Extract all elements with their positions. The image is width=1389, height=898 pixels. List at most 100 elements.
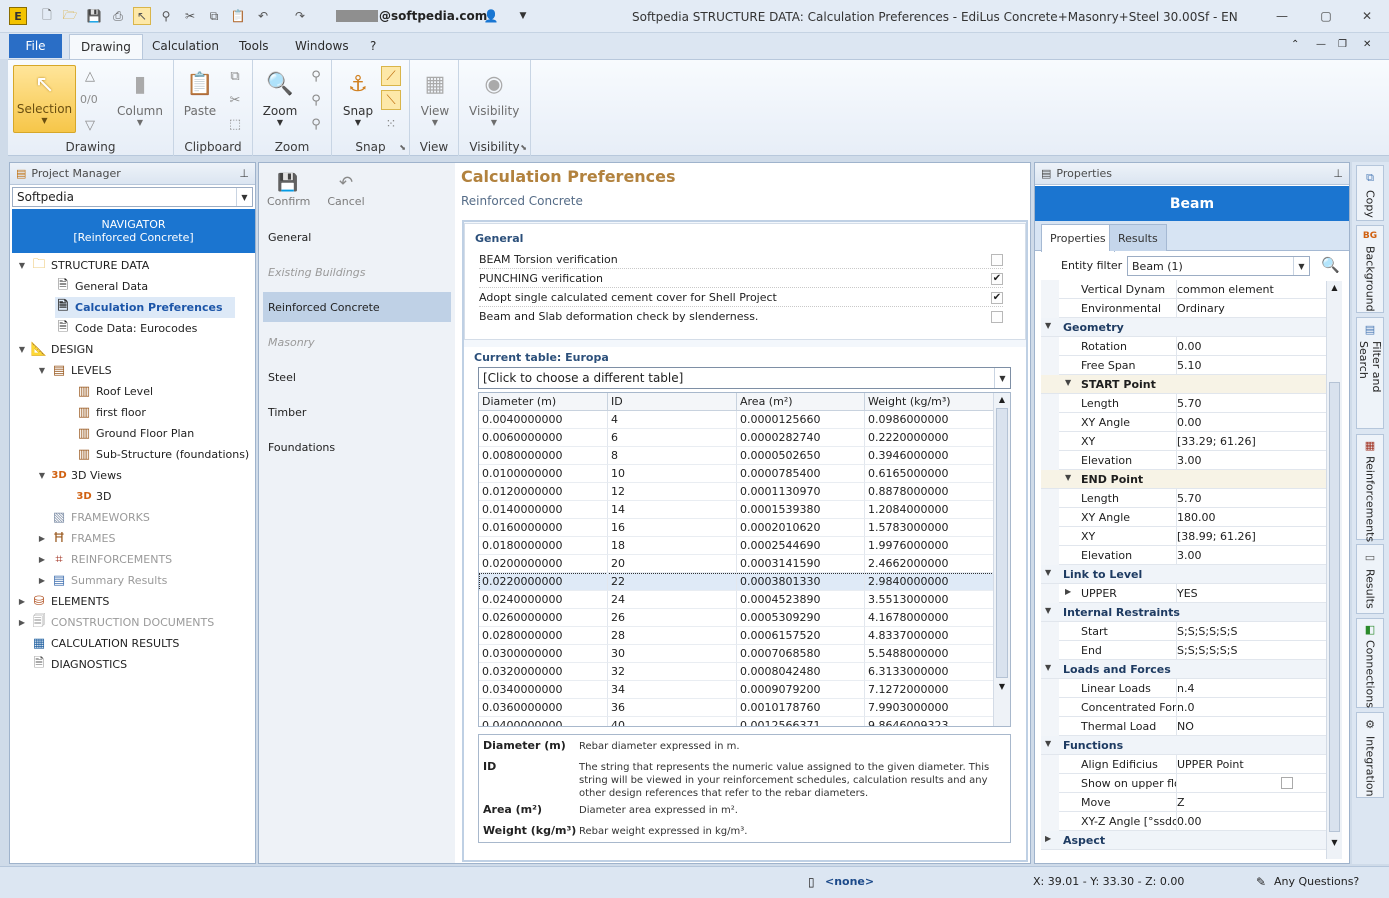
- table-cell[interactable]: 7.9903000000: [865, 699, 994, 717]
- property-value[interactable]: S;S;S;S;S;S: [1176, 641, 1327, 660]
- table-cell[interactable]: 18: [608, 537, 737, 555]
- snap-grid-icon[interactable]: ⁙: [381, 114, 401, 134]
- table-cell[interactable]: 0.0009079200: [737, 681, 865, 699]
- property-value[interactable]: Ordinary: [1176, 299, 1327, 318]
- property-row[interactable]: Elevation 3.00: [1041, 451, 1331, 470]
- snap-button[interactable]: ⚓ Snap ▼: [338, 68, 378, 128]
- table-cell[interactable]: 10: [608, 465, 737, 483]
- sidetab-reinforcements[interactable]: ▦ Reinforcements: [1356, 434, 1384, 542]
- table-cell[interactable]: 0.0000502650: [737, 447, 865, 465]
- nav-timber[interactable]: Timber: [263, 397, 451, 427]
- tree-item-structure-data[interactable]: ▼ 🗀 STRUCTURE DATA: [16, 255, 149, 276]
- table-cell[interactable]: 0.6165000000: [865, 465, 994, 483]
- property-category[interactable]: Functions ▼: [1041, 736, 1331, 755]
- snap-dialog-launcher-icon[interactable]: ⬊: [399, 143, 406, 152]
- nav-existing-buildings[interactable]: Existing Buildings: [263, 257, 451, 287]
- selection-button[interactable]: ↖ Selection ▼: [13, 65, 76, 133]
- table-cell[interactable]: 0.0260000000: [479, 609, 608, 627]
- table-cell[interactable]: 0.0003801330: [737, 573, 865, 591]
- property-value[interactable]: common element: [1176, 280, 1327, 299]
- paste-icon[interactable]: 📋: [229, 7, 247, 25]
- collapse-arrow-icon[interactable]: ▼: [36, 366, 48, 375]
- table-row[interactable]: 0.0220000000 22 0.0003801330 2.9840000000: [479, 573, 994, 591]
- tab-windows[interactable]: Windows: [295, 39, 349, 53]
- sidetab-filter-and-search[interactable]: ▤ Filter and Search: [1356, 317, 1384, 429]
- tree-item-frameworks[interactable]: ▧ FRAMEWORKS: [36, 507, 150, 528]
- property-row[interactable]: Environmental Ordinary: [1041, 299, 1331, 318]
- pin-icon[interactable]: ⊥: [1333, 167, 1343, 180]
- table-cell[interactable]: 16: [608, 519, 737, 537]
- property-row[interactable]: Show on upper floo: [1041, 774, 1331, 793]
- option-punching[interactable]: PUNCHING verification ✔: [479, 269, 1003, 288]
- table-cell[interactable]: 0.0200000000: [479, 555, 608, 573]
- doc-minimize-icon[interactable]: —: [1316, 39, 1326, 50]
- collapse-arrow-icon[interactable]: ▼: [1045, 663, 1051, 672]
- tree-item-diagnostics[interactable]: 🗎 DIAGNOSTICS: [16, 654, 127, 675]
- property-row[interactable]: Linear Loads n.4: [1041, 679, 1331, 698]
- scroll-down-icon[interactable]: ▼: [994, 682, 1010, 691]
- table-cell[interactable]: 36: [608, 699, 737, 717]
- table-cell[interactable]: 0.0300000000: [479, 645, 608, 663]
- table-row[interactable]: 0.0180000000 18 0.0002544690 1.9976000000: [479, 537, 994, 555]
- minimize-button[interactable]: —: [1269, 6, 1295, 26]
- confirm-button[interactable]: 💾 Confirm: [267, 173, 310, 208]
- project-selector[interactable]: Softpedia ▼: [12, 187, 253, 207]
- nav-general[interactable]: General: [263, 222, 451, 252]
- option-beam-torsion[interactable]: BEAM Torsion verification: [479, 250, 1003, 269]
- table-cell[interactable]: 5.5488000000: [865, 645, 994, 663]
- table-cell[interactable]: 0.0280000000: [479, 627, 608, 645]
- next-arrow-icon[interactable]: ▽: [80, 115, 100, 135]
- property-value[interactable]: YES: [1176, 584, 1327, 603]
- table-cell[interactable]: 14: [608, 501, 737, 519]
- property-row[interactable]: Rotation 0.00: [1041, 337, 1331, 356]
- tab-calculation[interactable]: Calculation: [152, 39, 219, 53]
- table-row[interactable]: 0.0100000000 10 0.0000785400 0.6165000000: [479, 465, 994, 483]
- table-row[interactable]: 0.0260000000 26 0.0005309290 4.1678000000: [479, 609, 994, 627]
- table-cell[interactable]: 0.0000785400: [737, 465, 865, 483]
- table-cell[interactable]: 0.0001130970: [737, 483, 865, 501]
- scroll-down-icon[interactable]: ▼: [1327, 838, 1342, 847]
- property-value[interactable]: 180.00: [1176, 508, 1327, 527]
- table-cell[interactable]: 0.0000282740: [737, 429, 865, 447]
- properties-scrollbar[interactable]: ▲ ▼: [1326, 281, 1342, 859]
- property-value[interactable]: Z: [1176, 793, 1327, 812]
- restore-button[interactable]: ▢: [1313, 6, 1339, 26]
- zoom-previous-icon[interactable]: ⚲: [306, 114, 326, 134]
- property-row[interactable]: Thermal Load NO: [1041, 717, 1331, 736]
- column-header-diameter[interactable]: Diameter (m): [479, 393, 608, 411]
- nav-steel[interactable]: Steel: [263, 362, 451, 392]
- table-cell[interactable]: 0.0002544690: [737, 537, 865, 555]
- table-scrollbar[interactable]: ▲ ▼: [993, 393, 1010, 726]
- property-row[interactable]: XY [33.29; 61.26]: [1041, 432, 1331, 451]
- nav-reinforced-concrete[interactable]: Reinforced Concrete: [263, 292, 451, 322]
- help-link[interactable]: Any Questions?: [1274, 875, 1359, 888]
- tab-properties[interactable]: Properties: [1041, 224, 1115, 252]
- table-cell[interactable]: 0.0160000000: [479, 519, 608, 537]
- table-cell[interactable]: 0.0001539380: [737, 501, 865, 519]
- table-cell[interactable]: 0.0012566371: [737, 717, 865, 726]
- table-cell[interactable]: 4.8337000000: [865, 627, 994, 645]
- expand-arrow-icon[interactable]: ▶: [36, 534, 48, 543]
- zoom-window-icon[interactable]: ⚲: [306, 66, 326, 86]
- table-cell[interactable]: 6.3133000000: [865, 663, 994, 681]
- table-cell[interactable]: 0.0340000000: [479, 681, 608, 699]
- table-cell[interactable]: 20: [608, 555, 737, 573]
- property-value[interactable]: n.0: [1176, 698, 1327, 717]
- table-row[interactable]: 0.0340000000 34 0.0009079200 7.1272000000: [479, 681, 994, 699]
- pin-icon[interactable]: ⊥: [239, 167, 249, 180]
- property-value[interactable]: n.4: [1176, 679, 1327, 698]
- table-cell[interactable]: 0.0320000000: [479, 663, 608, 681]
- table-cell[interactable]: 0.0000125660: [737, 411, 865, 429]
- table-cell[interactable]: 0.0040000000: [479, 411, 608, 429]
- table-cell[interactable]: 40: [608, 717, 737, 726]
- property-row[interactable]: Move Z: [1041, 793, 1331, 812]
- expand-arrow-icon[interactable]: ▶: [1045, 834, 1051, 843]
- tree-item-elements[interactable]: ▶ ⛁ ELEMENTS: [16, 591, 109, 612]
- collapse-arrow-icon[interactable]: ▼: [1065, 378, 1071, 387]
- sidetab-integration[interactable]: ⚙ Integration: [1356, 712, 1384, 798]
- table-cell[interactable]: 0.2220000000: [865, 429, 994, 447]
- table-cell[interactable]: 2.4662000000: [865, 555, 994, 573]
- tree-item-3d[interactable]: 3D 3D: [76, 486, 111, 507]
- copy-icon[interactable]: ⧉: [205, 7, 223, 25]
- scroll-thumb[interactable]: [996, 408, 1008, 678]
